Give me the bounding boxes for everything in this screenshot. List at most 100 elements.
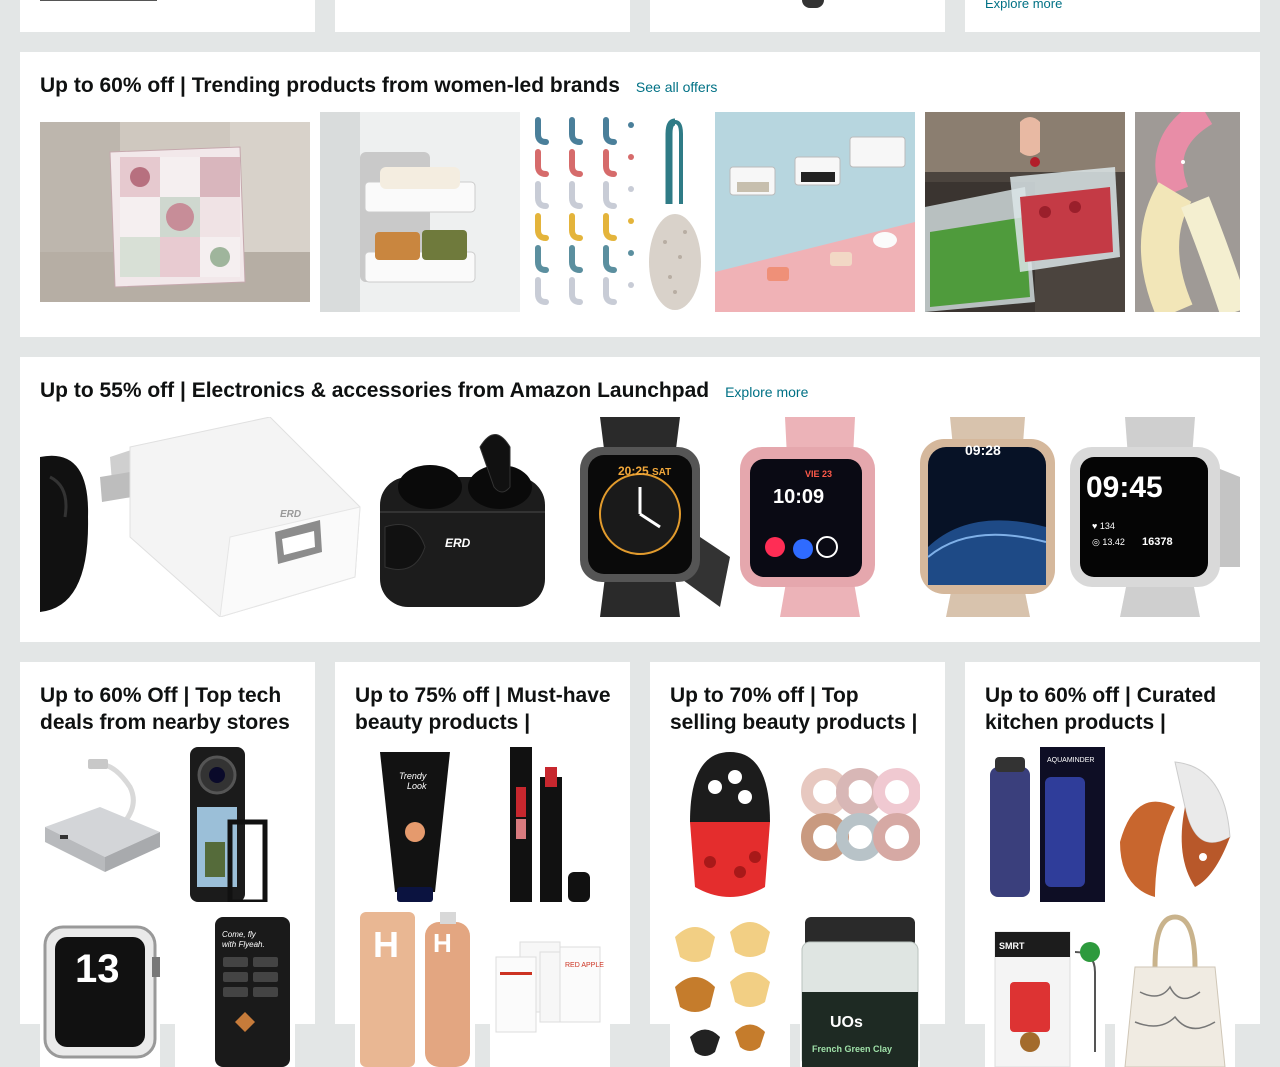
women-led-brands-card: Up to 60% off | Trending products from w… xyxy=(20,52,1260,337)
grid-card-tech: Up to 60% Off | Top tech deals from near… xyxy=(20,662,315,1067)
product-phone[interactable]: Come, fly with Flyeah. xyxy=(175,912,295,1067)
product-soap-pack[interactable]: RED APPLE xyxy=(490,912,610,1067)
scrunchie-icon xyxy=(800,747,920,902)
explore-more-link[interactable]: Explore more xyxy=(725,384,808,400)
product-smartwatch-beige[interactable]: 09:28 xyxy=(910,417,1065,617)
product-wall-hooks[interactable] xyxy=(520,112,645,312)
product-earbud-partial[interactable] xyxy=(40,417,90,617)
product-clay-jar[interactable]: UOs French Green Clay xyxy=(800,912,920,1067)
brand-label: ERD xyxy=(280,509,301,520)
product-action-camera[interactable] xyxy=(175,747,295,902)
sponge-case-icon xyxy=(670,747,790,902)
smartwatch-icon: 09:28 xyxy=(910,417,1065,617)
watch-digits: 13 xyxy=(75,947,120,991)
section-title: Up to 60% off | Trending products from w… xyxy=(40,74,717,98)
product-usb-adapter[interactable] xyxy=(40,747,160,902)
watch-case-icon: 13 xyxy=(40,912,160,1067)
svg-text:RED APPLE: RED APPLE xyxy=(565,962,604,969)
smartwatch-icon: 09:45 ♥ 134 ◎ 13.42 16378 xyxy=(1070,417,1240,617)
top-card-4: Explore more xyxy=(965,0,1260,32)
watch-date: VIE 23 xyxy=(805,469,832,479)
product-garland[interactable] xyxy=(1135,112,1240,312)
svg-text:SMRT: SMRT xyxy=(999,941,1025,951)
svg-text:UOs: UOs xyxy=(830,1014,863,1031)
top-card-1 xyxy=(20,0,315,32)
brand-label: ERD xyxy=(445,536,471,550)
smartwatch-icon: VIE 23 10:09 xyxy=(735,417,905,617)
product-containers[interactable] xyxy=(925,112,1125,312)
svg-text:Come, fly: Come, fly xyxy=(222,930,257,939)
phone-icon: Come, fly with Flyeah. xyxy=(175,912,295,1067)
hair-clip-icon xyxy=(670,912,790,1067)
product-image-partial[interactable] xyxy=(40,0,157,1)
usb-adapter-icon xyxy=(40,747,160,902)
smartwatch-icon: 20:25 SAT xyxy=(560,417,730,617)
svg-text:Trendy: Trendy xyxy=(399,771,427,781)
explore-more-link[interactable]: Explore more xyxy=(985,0,1062,11)
section-title-text: Up to 55% off | Electronics & accessorie… xyxy=(40,379,710,402)
watch-time: 20:25 xyxy=(618,464,649,478)
product-image-partial[interactable] xyxy=(802,0,824,8)
top-card-2 xyxy=(335,0,630,32)
card-title: Up to 70% off | Top selling beauty produ… xyxy=(670,684,918,734)
concealer-icon: H H xyxy=(355,912,475,1067)
soap-pack-icon: RED APPLE xyxy=(490,912,610,1067)
product-hair-clips[interactable] xyxy=(670,912,790,1067)
wall-hooks-icon xyxy=(520,112,645,312)
product-nail-gel[interactable]: Trendy Look xyxy=(355,747,475,902)
svg-text:◎ 13.42: ◎ 13.42 xyxy=(1092,537,1125,547)
grid-card-kitchen: Up to 60% off | Curated kitchen products… xyxy=(965,662,1260,1067)
earbuds-case-icon: ERD xyxy=(375,417,550,617)
knife-icon xyxy=(1115,747,1235,902)
product-charger[interactable]: ERD xyxy=(100,417,365,617)
pumice-icon xyxy=(645,112,705,312)
product-watch-case[interactable]: 13 xyxy=(40,912,160,1067)
containers-icon xyxy=(925,112,1125,312)
watch-time: 09:28 xyxy=(965,442,1001,458)
product-smartwatch-pink[interactable]: VIE 23 10:09 xyxy=(735,417,905,617)
product-kettle-box[interactable]: SMRT xyxy=(985,912,1105,1067)
gel-tube-icon: Trendy Look xyxy=(355,747,475,902)
product-soap-holder[interactable] xyxy=(320,112,520,312)
svg-text:AQUAMINDER: AQUAMINDER xyxy=(1047,757,1094,764)
product-sponge-case[interactable] xyxy=(670,747,790,902)
grid-card-beauty-2: Up to 70% off | Top selling beauty produ… xyxy=(650,662,945,1067)
cushion-icon xyxy=(40,122,310,302)
svg-text:French Green Clay: French Green Clay xyxy=(812,1044,892,1054)
watch-steps: 16378 xyxy=(1142,536,1173,548)
charger-icon: ERD xyxy=(100,417,365,617)
section-title-text: Up to 60% off | Trending products from w… xyxy=(40,74,620,97)
kettle-box-icon: SMRT xyxy=(985,912,1105,1067)
product-tote-bag[interactable] xyxy=(1115,912,1235,1067)
svg-text:H: H xyxy=(433,928,452,958)
camera-icon xyxy=(175,747,295,902)
product-scrunchies[interactable] xyxy=(800,747,920,902)
product-concealer[interactable]: H H xyxy=(355,912,475,1067)
earbud-icon xyxy=(40,417,90,617)
product-earbuds-case[interactable]: ERD xyxy=(375,417,550,617)
watch-time: 10:09 xyxy=(773,486,824,508)
product-smartwatch-grey[interactable]: 09:45 ♥ 134 ◎ 13.42 16378 xyxy=(1070,417,1240,617)
water-bottle-icon: AQUAMINDER xyxy=(985,747,1105,902)
product-smartwatch-black[interactable]: 20:25 SAT xyxy=(560,417,730,617)
product-soap-dish[interactable] xyxy=(715,112,915,312)
product-cushion[interactable] xyxy=(40,122,310,302)
svg-text:Look: Look xyxy=(407,781,427,791)
jar-icon: UOs French Green Clay xyxy=(800,912,920,1067)
card-title: Up to 75% off | Must-have beauty product… xyxy=(355,684,611,734)
see-all-offers-link[interactable]: See all offers xyxy=(636,79,717,95)
card-title: Up to 60% Off | Top tech deals from near… xyxy=(40,684,290,734)
svg-text:♥ 134: ♥ 134 xyxy=(1092,521,1115,531)
product-lipstick[interactable] xyxy=(490,747,610,902)
product-water-bottle[interactable]: AQUAMINDER xyxy=(985,747,1105,902)
product-pumice[interactable] xyxy=(645,112,705,312)
tote-bag-icon xyxy=(1115,912,1235,1067)
soap-holder-icon xyxy=(320,112,520,312)
product-wood-knife[interactable] xyxy=(1115,747,1235,902)
garland-icon xyxy=(1135,112,1240,312)
lipstick-icon xyxy=(490,747,610,902)
section-title: Up to 55% off | Electronics & accessorie… xyxy=(40,379,808,403)
top-card-3 xyxy=(650,0,945,32)
svg-text:with Flyeah.: with Flyeah. xyxy=(222,940,265,949)
watch-time: 09:45 xyxy=(1086,471,1163,504)
